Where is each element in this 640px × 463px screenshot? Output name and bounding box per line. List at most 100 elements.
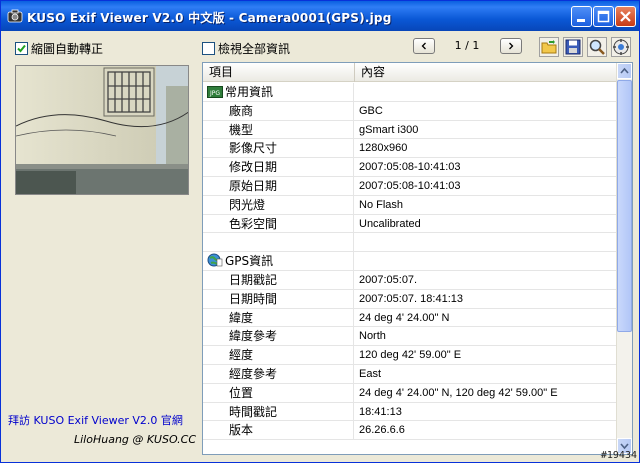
item-cell: 色彩空間 <box>203 214 354 233</box>
list-item[interactable]: 原始日期 2007:05:08-10:41:03 <box>203 176 618 196</box>
item-cell: JPG 常用資訊 <box>203 83 354 101</box>
item-cell: 緯度參考 <box>203 327 354 346</box>
item-cell <box>203 233 354 252</box>
auto-rotate-checkbox-box[interactable] <box>15 42 28 55</box>
item-label: 原始日期 <box>229 178 278 193</box>
item-cell: 經度參考 <box>203 364 354 383</box>
vertical-scrollbar[interactable] <box>616 63 632 454</box>
close-button[interactable] <box>615 6 636 27</box>
show-all-label: 檢視全部資訊 <box>218 42 291 56</box>
item-cell: 修改日期 <box>203 158 354 176</box>
window-title: KUSO Exif Viewer V2.0 中文版 - Camera0001(G… <box>27 11 392 25</box>
list-item[interactable]: 緯度 24 deg 4' 24.00" N <box>203 308 618 328</box>
item-label: 機型 <box>229 122 254 137</box>
chevron-right-icon <box>509 42 514 50</box>
column-header-content[interactable]: 內容 <box>355 63 618 82</box>
settings-button[interactable] <box>611 37 631 57</box>
item-cell: 閃光燈 <box>203 195 354 214</box>
list-item[interactable]: 修改日期 2007:05:08-10:41:03 <box>203 158 618 177</box>
item-label: 緯度參考 <box>229 329 278 344</box>
list-item[interactable]: 經度 120 deg 42' 59.00" E <box>203 346 618 365</box>
list-item[interactable]: 日期時間 2007:05:07. 18:41:13 <box>203 289 618 309</box>
list-item[interactable]: 機型 gSmart i300 <box>203 120 618 140</box>
thumbnail-image <box>15 65 189 195</box>
chevron-left-icon <box>421 42 426 50</box>
column-header-item[interactable]: 項目 <box>203 63 355 82</box>
blank-row[interactable] <box>203 233 618 253</box>
minimize-button[interactable] <box>571 6 592 27</box>
prev-page-button[interactable] <box>413 38 435 54</box>
item-value: No Flash <box>359 198 404 211</box>
scroll-up-button[interactable] <box>617 63 632 79</box>
list-item[interactable]: 緯度參考 North <box>203 327 618 347</box>
list-item[interactable]: 經度參考 East <box>203 364 618 384</box>
item-label: 日期時間 <box>229 291 278 306</box>
list-item[interactable]: 版本 26.26.6.6 <box>203 421 618 441</box>
item-cell: 日期時間 <box>203 289 354 308</box>
item-cell: 影像尺寸 <box>203 139 354 158</box>
page-indicator: 1 / 1 <box>454 39 480 52</box>
item-cell: 版本 <box>203 421 354 440</box>
item-cell: 日期戳記 <box>203 270 354 289</box>
item-label: GPS資訊 <box>225 254 274 269</box>
list-item[interactable]: 時間戳記 18:41:13 <box>203 402 618 422</box>
title-bar[interactable]: KUSO Exif Viewer V2.0 中文版 - Camera0001(G… <box>1 1 639 31</box>
list-item[interactable]: 色彩空間 Uncalibrated <box>203 214 618 234</box>
list-item[interactable]: 影像尺寸 1280x960 <box>203 139 618 159</box>
list-item[interactable]: 位置 24 deg 4' 24.00" N, 120 deg 42' 59.00"… <box>203 383 618 403</box>
watermark: #19434 <box>600 450 637 461</box>
item-label: 修改日期 <box>229 160 278 175</box>
item-cell: GPS資訊 <box>203 252 354 270</box>
item-label: 經度 <box>229 348 254 363</box>
maximize-button[interactable] <box>593 6 614 27</box>
save-icon <box>565 39 581 55</box>
item-value: 26.26.6.6 <box>359 424 405 437</box>
item-value: 24 deg 4' 24.00" N, 120 deg 42' 59.00" E <box>359 386 558 399</box>
official-site-link[interactable]: 拜訪 KUSO Exif Viewer V2.0 官網 <box>8 412 183 428</box>
item-cell: 廠商 <box>203 101 354 120</box>
item-value: 2007:05:08-10:41:03 <box>359 179 461 192</box>
scroll-thumb[interactable] <box>617 80 632 332</box>
list-rows: JPG 常用資訊廠商 GBC 機型 gSmart i300 影像尺寸 1280x960 修改日… <box>203 83 618 441</box>
item-value: GBC <box>359 104 383 117</box>
open-folder-icon <box>541 40 557 54</box>
item-cell: 經度 <box>203 346 354 364</box>
item-cell: 位置 <box>203 383 354 402</box>
item-label: 廠商 <box>229 103 254 118</box>
item-value: East <box>359 367 382 380</box>
settings-icon <box>613 39 629 55</box>
group-row[interactable]: JPG 常用資訊 <box>203 83 618 102</box>
item-value: 1280x960 <box>359 142 408 155</box>
show-all-checkbox-box[interactable] <box>202 42 215 55</box>
list-item[interactable]: 日期戳記 2007:05:07. <box>203 270 618 290</box>
item-value: 2007:05:07. <box>359 273 418 286</box>
list-item[interactable]: 閃光燈 No Flash <box>203 195 618 215</box>
item-value: 18:41:13 <box>359 405 402 418</box>
item-value: 24 deg 4' 24.00" N <box>359 311 450 324</box>
next-page-button[interactable] <box>500 38 522 54</box>
checkmark-icon <box>17 44 26 53</box>
camera-icon <box>7 9 23 23</box>
app-window: KUSO Exif Viewer V2.0 中文版 - Camera0001(G… <box>0 0 640 463</box>
zoom-button[interactable] <box>587 37 607 57</box>
save-button[interactable] <box>563 37 583 57</box>
item-label: 版本 <box>229 423 254 438</box>
item-value: North <box>359 330 386 343</box>
exif-list[interactable]: 項目 內容 JPG 常用資訊廠商 GBC 機型 gSmart i300 影像尺寸 1280x… <box>202 62 633 455</box>
list-header: 項目 內容 <box>203 63 618 82</box>
scroll-up-icon <box>620 67 629 74</box>
open-folder-button[interactable] <box>539 37 559 57</box>
group-row[interactable]: GPS資訊 <box>203 252 618 271</box>
item-label: 影像尺寸 <box>229 141 278 156</box>
item-cell: 原始日期 <box>203 176 354 195</box>
auto-rotate-checkbox[interactable]: 縮圖自動轉正 <box>15 40 103 57</box>
list-item[interactable]: 廠商 GBC <box>203 101 618 121</box>
item-label: 緯度 <box>229 310 254 325</box>
close-icon <box>620 11 631 22</box>
auto-rotate-label: 縮圖自動轉正 <box>31 42 104 56</box>
show-all-checkbox[interactable]: 檢視全部資訊 <box>202 40 290 57</box>
item-label: 閃光燈 <box>229 197 266 212</box>
item-label: 位置 <box>229 385 254 400</box>
minimize-icon <box>577 19 585 22</box>
zoom-icon <box>589 39 605 55</box>
